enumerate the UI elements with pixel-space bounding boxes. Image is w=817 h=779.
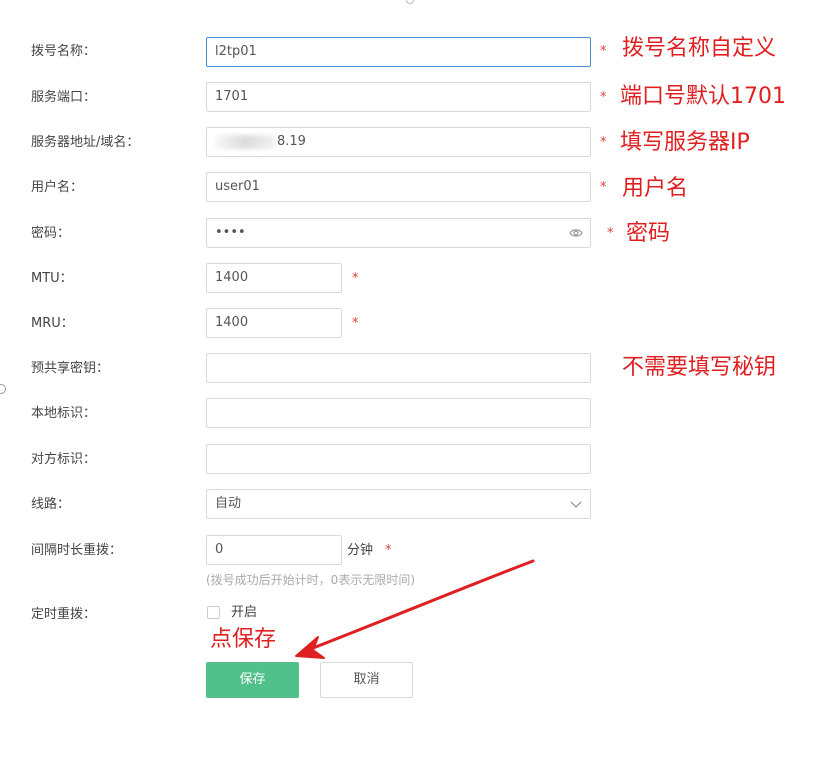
redial-interval-input[interactable]: 0 [206,535,342,565]
timed-redial-label: 定时重拨： [31,607,97,622]
redial-interval-required-mark: * [385,543,392,558]
password-input[interactable]: •••• [206,218,591,248]
port-input[interactable]: 1701 [206,82,591,112]
annotation-psk: 不需要填写秘钥 [622,355,777,380]
l2tp-dial-form-page: 拨号名称： l2tp01 * 拨号名称自定义 服务端口： 1701 * 端口号默… [0,0,817,779]
mtu-label: MTU： [31,271,73,286]
mru-label: MRU： [31,316,74,331]
cancel-button[interactable]: 取消 [320,662,413,698]
local-id-input[interactable] [206,398,591,428]
line-label: 线路： [31,497,71,512]
server-label: 服务器地址/域名： [31,135,140,150]
annotation-server: 填写服务器IP [620,130,750,155]
chevron-down-icon [570,501,582,508]
eye-icon[interactable] [569,227,583,239]
psk-label: 预共享密钥： [31,361,110,376]
server-value-suffix: 8.19 [277,134,306,149]
remote-id-input[interactable] [206,444,591,474]
password-masked-value: •••• [215,225,246,240]
top-edge-artifact [406,0,414,4]
redial-interval-unit: 分钟 [347,543,374,558]
port-label: 服务端口： [31,90,97,105]
line-select[interactable]: 自动 [206,489,591,519]
username-input[interactable]: user01 [206,172,591,202]
dial-name-required-mark: * [600,44,607,59]
mru-required-mark: * [352,316,359,331]
annotation-arrow-head [295,636,325,659]
annotation-dial-name: 拨号名称自定义 [622,36,777,61]
redial-interval-hint: (拨号成功后开始计时，0表示无限时间) [206,573,415,587]
annotation-password: 密码 [626,221,671,246]
dial-name-label: 拨号名称： [31,44,97,59]
mtu-input[interactable]: 1400 [206,263,342,293]
username-label: 用户名： [31,180,84,195]
annotation-username: 用户名 [622,176,689,201]
password-required-mark: * [607,226,614,241]
username-required-mark: * [600,180,607,195]
mtu-required-mark: * [352,271,359,286]
annotation-save: 点保存 [210,627,277,652]
server-required-mark: * [600,135,607,150]
redial-interval-label: 间隔时长重拨： [31,543,123,558]
redacted-ip-blur [215,134,275,149]
timed-redial-checkbox[interactable] [207,606,220,619]
remote-id-label: 对方标识： [31,452,97,467]
server-input[interactable]: 8.19 [206,127,591,157]
dial-name-input[interactable]: l2tp01 [206,37,591,67]
left-edge-artifact [0,384,6,394]
password-label: 密码： [31,226,71,241]
save-button[interactable]: 保存 [206,662,299,698]
local-id-label: 本地标识： [31,406,97,421]
timed-redial-checkbox-label[interactable]: 开启 [231,605,257,621]
line-selected-value: 自动 [215,496,242,511]
port-required-mark: * [600,90,607,105]
psk-input[interactable] [206,353,591,383]
mru-input[interactable]: 1400 [206,308,342,338]
annotation-port: 端口号默认1701 [620,84,786,109]
